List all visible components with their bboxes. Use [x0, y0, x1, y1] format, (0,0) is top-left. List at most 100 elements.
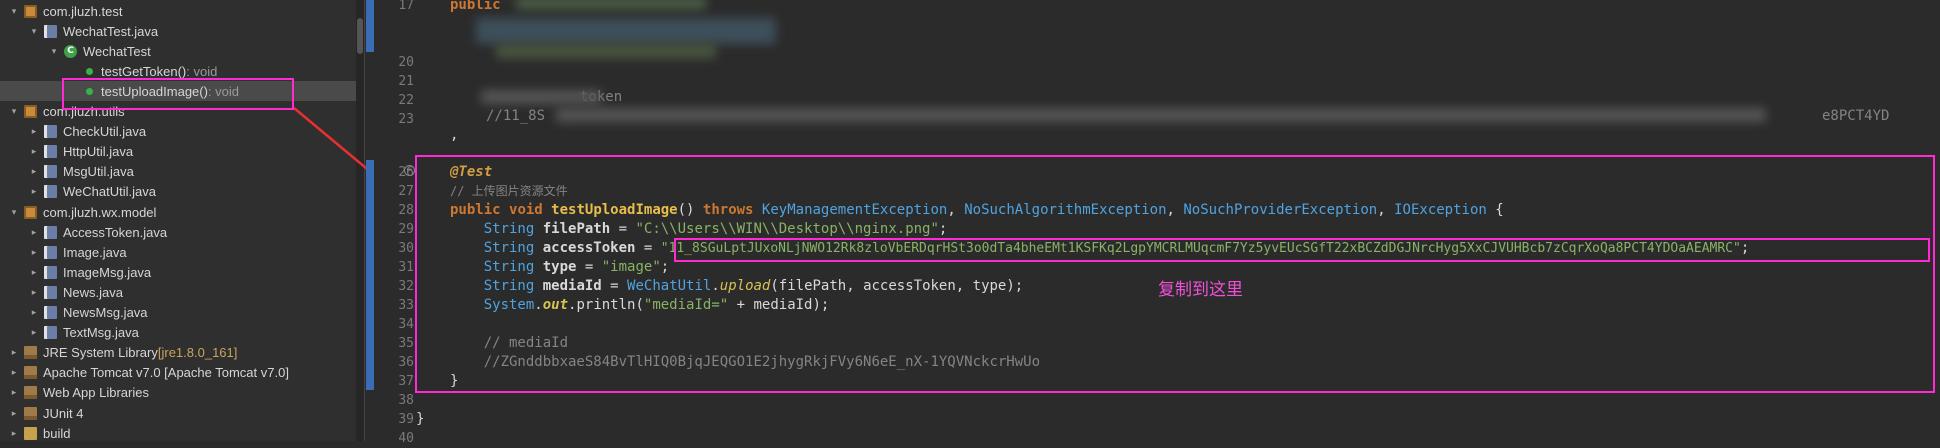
- collapse-arrow-icon[interactable]: ▸: [28, 126, 40, 137]
- line-number: 34: [398, 317, 414, 332]
- package-icon: [24, 105, 37, 118]
- method-highlight-box: [415, 155, 1935, 393]
- tree-item-label: com.jluzh.test: [43, 3, 123, 19]
- library-icon: [24, 366, 37, 380]
- tree-item[interactable]: ▸ NewsMsg.java: [0, 303, 364, 323]
- tree-item[interactable]: ▸ ImageMsg.java: [0, 262, 364, 282]
- java-file-icon: [44, 326, 57, 340]
- tree-item[interactable]: ▸ JUnit 4: [0, 403, 364, 423]
- expand-arrow-icon[interactable]: ▾: [48, 46, 60, 57]
- tree-item-label: Web App Libraries: [43, 385, 149, 401]
- collapse-arrow-icon[interactable]: ▸: [28, 247, 40, 258]
- java-file-icon: [44, 285, 57, 299]
- fold-marker-icon[interactable]: −: [404, 165, 415, 176]
- java-file-icon: [44, 185, 57, 199]
- collapse-arrow-icon[interactable]: ▸: [28, 287, 40, 298]
- tree-item[interactable]: ▸ AccessToken.java: [0, 222, 364, 242]
- tree-item[interactable]: ▾ WechatTest.java: [0, 21, 364, 41]
- tree-item-suffix: [jre1.8.0_161]: [157, 345, 238, 361]
- java-file-icon: [44, 225, 57, 239]
- tree-item-suffix: : void: [186, 63, 218, 79]
- line-number: 35: [398, 336, 414, 351]
- collapse-arrow-icon[interactable]: ▸: [8, 428, 20, 439]
- line-number: 20: [398, 55, 414, 70]
- collapse-arrow-icon[interactable]: ▸: [8, 408, 20, 419]
- library-icon: [24, 386, 37, 400]
- collapse-arrow-icon[interactable]: ▸: [28, 227, 40, 238]
- tree-item-label: JRE System Library: [43, 345, 158, 361]
- tree-item-label: TextMsg.java: [63, 325, 139, 341]
- collapse-arrow-icon[interactable]: ▸: [28, 186, 40, 197]
- comment-fragment: //11_8S: [486, 108, 546, 124]
- code-line-17: public: [450, 0, 501, 15]
- change-ruler: [366, 0, 374, 441]
- package-icon: [24, 205, 37, 219]
- library-icon: [24, 346, 37, 360]
- java-file-icon: [44, 165, 57, 179]
- code-line-23-tail: e8PCT4YD: [1822, 107, 1889, 126]
- tree-item[interactable]: ▸ TextMsg.java: [0, 323, 364, 343]
- collapse-arrow-icon[interactable]: ▸: [28, 166, 40, 177]
- java-file-icon: [44, 145, 57, 159]
- code-line-23: //11_8S: [450, 107, 545, 126]
- class-icon: C: [64, 44, 77, 58]
- collapse-arrow-icon[interactable]: ▸: [28, 146, 40, 157]
- tree-item[interactable]: ▾ com.jluzh.test: [0, 1, 364, 21]
- line-number: 22: [398, 93, 414, 108]
- expand-arrow-icon[interactable]: ▾: [8, 6, 20, 17]
- collapse-arrow-icon[interactable]: ▸: [28, 327, 40, 338]
- scrollbar-thumb[interactable]: [357, 18, 363, 54]
- tree-item-label: NewsMsg.java: [63, 305, 148, 320]
- java-file-icon: [44, 125, 57, 139]
- library-icon: [24, 406, 37, 420]
- collapse-arrow-icon[interactable]: ▸: [8, 387, 20, 398]
- tree-item-label: CheckUtil.java: [63, 124, 147, 140]
- tree-item[interactable]: ▸ News.java: [0, 282, 364, 302]
- expand-arrow-icon[interactable]: ▾: [8, 207, 20, 218]
- collapse-arrow-icon[interactable]: ▸: [8, 367, 20, 378]
- line-number: 28: [398, 203, 414, 218]
- expand-arrow-icon[interactable]: ▾: [28, 26, 40, 37]
- collapse-arrow-icon[interactable]: ▸: [8, 347, 20, 358]
- tree-item-label: Apache Tomcat v7.0 [Apache Tomcat v7.0]: [43, 365, 289, 381]
- collapse-arrow-icon[interactable]: ▸: [28, 307, 40, 318]
- package-icon: [24, 4, 37, 18]
- tree-item[interactable]: ▾ C WechatTest: [0, 41, 364, 61]
- line-number: [374, 34, 414, 53]
- line-number: 21: [398, 74, 414, 89]
- redacted-code: [556, 108, 1766, 122]
- tree-item-label: JUnit 4: [43, 405, 84, 421]
- line-number: 33: [398, 298, 414, 313]
- redacted-code: [516, 0, 706, 10]
- tree-item-label: MsgUtil.java: [63, 164, 134, 180]
- collapse-arrow-icon[interactable]: ▸: [28, 267, 40, 278]
- tree-item[interactable]: ▸ JRE System Library [jre1.8.0_161]: [0, 343, 364, 363]
- line-number: 32: [398, 279, 414, 294]
- tree-item-label: WechatTest: [83, 43, 151, 59]
- java-file-icon: [44, 245, 57, 259]
- keyword-public: public: [450, 0, 501, 13]
- tree-item[interactable]: ▸ Web App Libraries: [0, 383, 364, 403]
- outline-highlight-box: [62, 78, 294, 110]
- tree-item-label: News.java: [63, 284, 123, 300]
- line-number: 23: [398, 112, 414, 127]
- tree-item[interactable]: ▸ Image.java: [0, 242, 364, 262]
- expand-arrow-icon[interactable]: ▾: [8, 106, 20, 117]
- line-number: 39: [398, 412, 414, 427]
- redacted-code: [476, 18, 776, 44]
- tree-item[interactable]: ▸ Apache Tomcat v7.0 [Apache Tomcat v7.0]: [0, 363, 364, 383]
- java-file-icon: [44, 306, 57, 319]
- line-number: 29: [398, 222, 414, 237]
- comment-fragment: e8PCT4YD: [1822, 108, 1890, 124]
- tree-item-label: AccessToken.java: [63, 224, 168, 240]
- java-file-icon: [44, 24, 57, 38]
- token-highlight-box: [674, 238, 1930, 262]
- line-number: 30: [398, 241, 414, 256]
- line-number: [374, 144, 414, 163]
- line-number: 17: [398, 0, 414, 13]
- tree-item[interactable]: ▸ build: [0, 423, 364, 441]
- tree-item-label: testGetToken(): [101, 63, 187, 79]
- line-number: 36: [398, 355, 414, 370]
- tree-item-label: HttpUtil.java: [63, 144, 134, 160]
- java-file-icon: [44, 265, 57, 279]
